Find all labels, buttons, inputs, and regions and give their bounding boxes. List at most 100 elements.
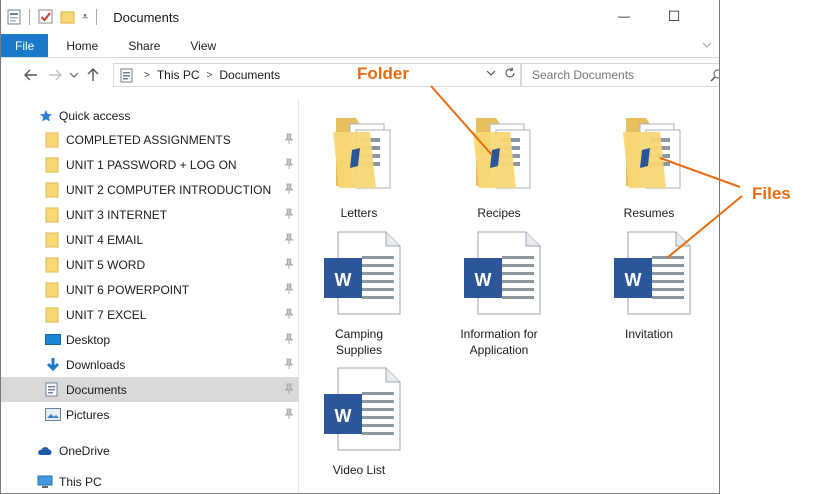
pin-icon[interactable]	[284, 208, 294, 223]
pin-icon[interactable]	[284, 133, 294, 148]
sidebar-item[interactable]: UNIT 4 EMAIL	[1, 227, 299, 252]
tab-file[interactable]: File	[1, 34, 49, 57]
folder-label: Resumes	[623, 206, 675, 220]
breadcrumb-chevron-icon[interactable]: >	[144, 70, 150, 81]
sidebar-item[interactable]: Desktop	[1, 327, 299, 352]
star-icon	[39, 109, 53, 123]
maximize-button[interactable]: ☐	[651, 4, 697, 28]
file-label: Camping Supplies	[294, 326, 424, 358]
forward-button[interactable]	[43, 63, 67, 87]
back-button[interactable]	[19, 63, 43, 87]
pin-icon[interactable]	[284, 183, 294, 198]
maximize-icon: ☐	[667, 7, 681, 24]
files-annotation: Files	[752, 184, 791, 203]
folder-icon	[45, 307, 59, 323]
sidebar-item[interactable]: Documents	[1, 377, 299, 402]
desktop-icon	[45, 333, 61, 346]
documents-icon	[45, 382, 58, 397]
title-bar: ⩡ Documents — ☐ ✕	[1, 0, 720, 34]
nav-quick-access-label: Quick access	[59, 108, 131, 123]
file-item[interactable]: W Information for Application	[434, 230, 564, 358]
sidebar-item[interactable]: UNIT 3 INTERNET	[1, 202, 299, 227]
nav-onedrive-label: OneDrive	[59, 443, 110, 458]
search-icon[interactable]	[710, 68, 720, 82]
cloud-icon	[37, 445, 53, 457]
downloads-icon	[45, 357, 61, 373]
sidebar-item-label: COMPLETED ASSIGNMENTS	[66, 132, 231, 147]
address-controls	[486, 67, 516, 79]
checkmark-icon[interactable]	[38, 9, 54, 25]
arrow-right-icon	[49, 69, 62, 81]
ribbon-tabs: File Home Share View	[1, 34, 719, 58]
toolbar-separator	[29, 9, 30, 25]
sidebar-item[interactable]: UNIT 6 POWERPOINT	[1, 277, 299, 302]
tab-view[interactable]: View	[174, 34, 230, 57]
sidebar-item-label: Downloads	[66, 357, 126, 372]
new-folder-icon[interactable]	[60, 9, 76, 25]
folder-item[interactable]: Letters	[294, 106, 424, 226]
tab-home[interactable]: Home	[48, 34, 112, 57]
folder-label: Letters	[340, 206, 378, 220]
folder-item[interactable]: Recipes	[434, 106, 564, 226]
file-item[interactable]: W Invitation	[584, 230, 714, 358]
file-label-line: Invitation	[624, 327, 674, 341]
word-document-icon: W	[612, 230, 692, 319]
refresh-icon[interactable]	[504, 67, 516, 79]
folder-icon	[45, 232, 59, 248]
breadcrumb-chevron-icon[interactable]: >	[207, 70, 213, 81]
word-document-icon: W	[462, 230, 542, 319]
nav-onedrive[interactable]: OneDrive	[1, 438, 299, 463]
file-label-line: Application	[469, 343, 529, 357]
sidebar-item[interactable]: UNIT 5 WORD	[1, 252, 299, 277]
pin-icon[interactable]	[284, 333, 294, 348]
sidebar-item[interactable]: UNIT 2 COMPUTER INTRODUCTION	[1, 177, 299, 202]
sidebar-item[interactable]: Downloads	[1, 352, 299, 377]
nav-quick-access[interactable]: Quick access	[1, 103, 299, 128]
pin-icon[interactable]	[284, 358, 294, 373]
nav-this-pc[interactable]: This PC	[1, 469, 299, 493]
pin-icon[interactable]	[284, 283, 294, 298]
sidebar-item[interactable]: UNIT 1 PASSWORD + LOG ON	[1, 152, 299, 177]
sidebar-item[interactable]: COMPLETED ASSIGNMENTS	[1, 127, 299, 152]
breadcrumb-this-pc[interactable]: This PC	[157, 68, 200, 82]
pin-icon[interactable]	[284, 408, 294, 423]
address-dropdown-icon[interactable]	[486, 69, 496, 77]
file-list: Letters Recipes Resumes W Camping Supplies W In…	[300, 98, 719, 493]
tab-share[interactable]: Share	[112, 34, 174, 57]
search-box[interactable]	[521, 63, 720, 87]
sidebar-item-label: UNIT 2 COMPUTER INTRODUCTION	[66, 182, 272, 197]
folder-icon	[330, 110, 400, 193]
close-button[interactable]: ✕	[701, 4, 720, 28]
folder-icon	[45, 132, 59, 148]
file-label: Invitation	[584, 326, 714, 342]
word-document-icon: W	[322, 366, 402, 455]
file-label-line: Camping	[334, 327, 384, 341]
pin-icon[interactable]	[284, 233, 294, 248]
properties-icon[interactable]	[7, 9, 21, 25]
svg-text:W: W	[475, 270, 492, 290]
pin-icon[interactable]	[284, 258, 294, 273]
pin-icon[interactable]	[284, 308, 294, 323]
expand-ribbon-icon[interactable]	[701, 39, 713, 51]
sidebar-item[interactable]: Pictures	[1, 402, 299, 427]
file-label-line: Information for	[460, 327, 538, 341]
sidebar-item-label: Documents	[66, 382, 127, 397]
sidebar-item[interactable]: UNIT 7 EXCEL	[1, 302, 299, 327]
word-document-icon: W	[322, 230, 402, 319]
minimize-button[interactable]: —	[601, 4, 647, 28]
sidebar-item-label: UNIT 3 INTERNET	[66, 207, 168, 222]
folder-icon	[45, 182, 59, 198]
pin-icon[interactable]	[284, 158, 294, 173]
folder-item[interactable]: Resumes	[584, 106, 714, 226]
quick-access-dropdown-icon[interactable]: ⩡	[82, 11, 88, 24]
file-item[interactable]: W Camping Supplies	[294, 230, 424, 358]
minimize-icon: —	[618, 9, 630, 23]
file-item[interactable]: W Video List	[294, 366, 424, 493]
search-input[interactable]	[532, 68, 682, 82]
recent-locations-button[interactable]	[67, 63, 81, 87]
breadcrumb-documents[interactable]: Documents	[219, 68, 280, 82]
pin-icon[interactable]	[284, 383, 294, 398]
nav-this-pc-label: This PC	[59, 474, 102, 489]
address-bar[interactable]: > This PC > Documents	[113, 63, 521, 87]
up-button[interactable]	[81, 63, 105, 87]
